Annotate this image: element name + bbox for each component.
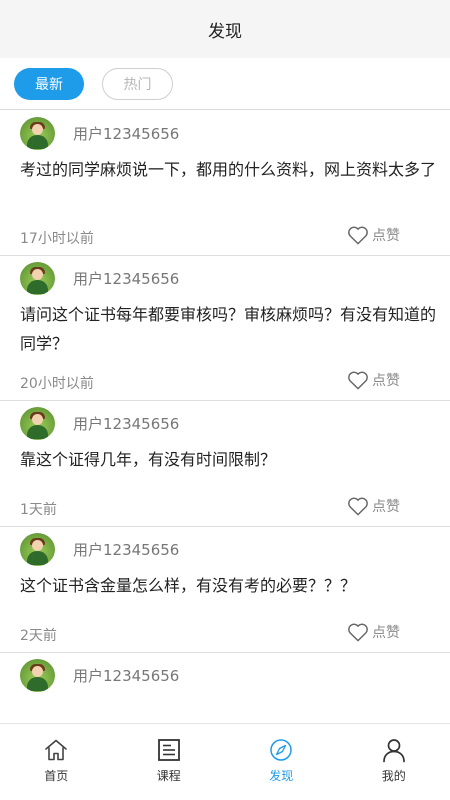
post-item[interactable]: 用户12345656 [0, 653, 450, 713]
tab-course-label: 课程 [156, 769, 181, 783]
heart-icon [348, 226, 368, 245]
avatar[interactable] [20, 407, 55, 440]
avatar[interactable] [20, 659, 55, 692]
tab-home-label: 首页 [44, 769, 69, 783]
post-time: 17小时以前 [20, 231, 94, 247]
like-label: 点赞 [372, 228, 400, 244]
like-button[interactable]: 点赞 [347, 496, 400, 516]
like-label: 点赞 [372, 373, 400, 389]
post-item[interactable]: 用户12345656 考过的同学麻烦说一下，都用的什么资料，网上资料太多了 17… [0, 111, 450, 256]
filter-latest-button[interactable]: 最新 [14, 68, 84, 100]
post-content: 这个证书含金量怎么样，有没有考的必要？？？ [20, 576, 357, 595]
home-icon [45, 739, 68, 761]
heart-icon [348, 497, 368, 516]
post-time: 20小时以前 [20, 376, 94, 392]
post-content: 考过的同学麻烦说一下，都用的什么资料，网上资料太多了 [20, 160, 437, 179]
avatar[interactable] [20, 533, 55, 566]
tab-discover-label: 发现 [269, 769, 294, 783]
post-username: 用户12345656 [73, 125, 180, 143]
tab-home[interactable]: 首页 [0, 724, 113, 800]
post-username: 用户12345656 [73, 415, 180, 433]
page-title: 发现 [208, 21, 242, 42]
tab-mine[interactable]: 我的 [338, 724, 450, 800]
tab-course[interactable]: 课程 [113, 724, 226, 800]
like-button[interactable]: 点赞 [347, 370, 400, 390]
like-label: 点赞 [372, 499, 400, 515]
post-content: 请问这个证书每年都要审核吗？审核麻烦吗？有没有知道的同学？ [20, 305, 437, 353]
like-button[interactable]: 点赞 [347, 225, 400, 245]
post-feed[interactable]: 用户12345656 考过的同学麻烦说一下，都用的什么资料，网上资料太多了 17… [0, 111, 450, 723]
post-item[interactable]: 用户12345656 靠这个证得几年，有没有时间限制？ 1天前 点赞 [0, 401, 450, 527]
like-button[interactable]: 点赞 [347, 622, 400, 642]
tab-discover[interactable]: 发现 [225, 724, 338, 800]
compass-icon [270, 739, 292, 761]
user-icon [382, 739, 405, 763]
bottom-tab-bar: 首页 课程 发现 我的 [0, 723, 450, 800]
post-content: 靠这个证得几年，有没有时间限制？ [20, 450, 277, 469]
filter-hot-button[interactable]: 热门 [102, 68, 173, 100]
post-time: 1天前 [20, 502, 57, 518]
post-username: 用户12345656 [73, 667, 180, 685]
heart-icon [348, 623, 368, 642]
tab-mine-label: 我的 [381, 769, 406, 783]
filter-bar: 最新 热门 [0, 58, 450, 110]
post-username: 用户12345656 [73, 270, 180, 288]
top-bar: 发现 [0, 0, 450, 58]
post-item[interactable]: 用户12345656 请问这个证书每年都要审核吗？审核麻烦吗？有没有知道的同学？… [0, 256, 450, 401]
post-item[interactable]: 用户12345656 这个证书含金量怎么样，有没有考的必要？？？ 2天前 点赞 [0, 527, 450, 653]
heart-icon [348, 371, 368, 390]
post-time: 2天前 [20, 628, 57, 644]
course-icon [157, 739, 180, 761]
avatar[interactable] [20, 117, 55, 150]
avatar[interactable] [20, 262, 55, 295]
like-label: 点赞 [372, 625, 400, 641]
post-username: 用户12345656 [73, 541, 180, 559]
